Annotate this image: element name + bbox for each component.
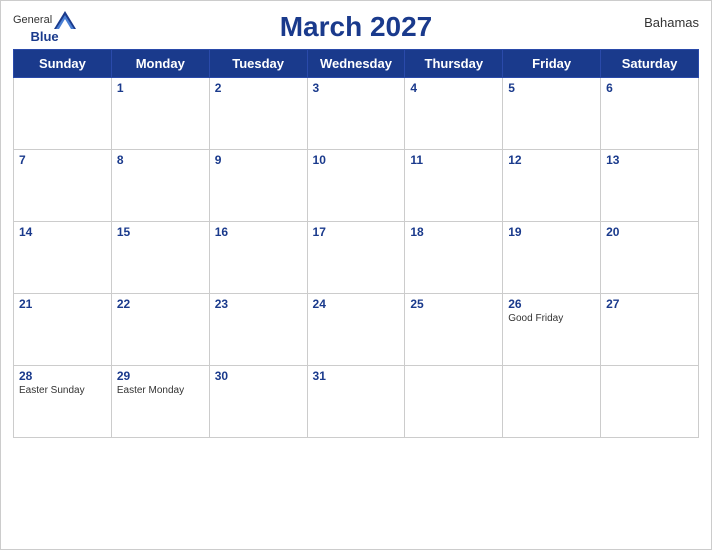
table-row — [601, 366, 699, 438]
day-event: Easter Monday — [117, 385, 204, 396]
table-row: 9 — [209, 150, 307, 222]
table-row: 18 — [405, 222, 503, 294]
table-row: 5 — [503, 78, 601, 150]
table-row: 15 — [111, 222, 209, 294]
weekday-monday: Monday — [111, 50, 209, 78]
table-row: 22 — [111, 294, 209, 366]
table-row: 6 — [601, 78, 699, 150]
day-number: 20 — [606, 225, 693, 239]
day-number: 28 — [19, 369, 106, 383]
day-number: 13 — [606, 153, 693, 167]
day-event: Good Friday — [508, 313, 595, 324]
day-number: 11 — [410, 153, 497, 167]
day-number: 14 — [19, 225, 106, 239]
day-number: 27 — [606, 297, 693, 311]
table-row: 4 — [405, 78, 503, 150]
day-number: 24 — [313, 297, 400, 311]
day-number: 29 — [117, 369, 204, 383]
day-number: 6 — [606, 81, 693, 95]
day-number: 21 — [19, 297, 106, 311]
calendar-header: General Blue March 2027 Bahamas — [13, 11, 699, 43]
day-number: 23 — [215, 297, 302, 311]
table-row: 24 — [307, 294, 405, 366]
logo-icon — [54, 11, 76, 29]
day-number: 4 — [410, 81, 497, 95]
day-number: 25 — [410, 297, 497, 311]
weekday-header-row: Sunday Monday Tuesday Wednesday Thursday… — [14, 50, 699, 78]
country-label: Bahamas — [644, 15, 699, 30]
table-row: 28 Easter Sunday — [14, 366, 112, 438]
day-number: 2 — [215, 81, 302, 95]
table-row: 23 — [209, 294, 307, 366]
day-event: Easter Sunday — [19, 385, 106, 396]
table-row: 16 — [209, 222, 307, 294]
calendar-week-row: 789 10 11 12 13 — [14, 150, 699, 222]
weekday-saturday: Saturday — [601, 50, 699, 78]
day-number: 22 — [117, 297, 204, 311]
table-row: 17 — [307, 222, 405, 294]
day-number: 17 — [313, 225, 400, 239]
calendar-week-row: 123456 — [14, 78, 699, 150]
calendar-week-row: 14 15 16 17 18 19 20 — [14, 222, 699, 294]
table-row: 8 — [111, 150, 209, 222]
table-row: 10 — [307, 150, 405, 222]
table-row: 30 — [209, 366, 307, 438]
table-row: 7 — [14, 150, 112, 222]
day-number: 16 — [215, 225, 302, 239]
day-number: 5 — [508, 81, 595, 95]
table-row — [14, 78, 112, 150]
table-row: 27 — [601, 294, 699, 366]
day-number: 30 — [215, 369, 302, 383]
day-number: 7 — [19, 153, 106, 167]
calendar-grid: Sunday Monday Tuesday Wednesday Thursday… — [13, 49, 699, 438]
weekday-friday: Friday — [503, 50, 601, 78]
table-row: 13 — [601, 150, 699, 222]
calendar-week-row: 21 22 23 24 25 26 Good Friday 27 — [14, 294, 699, 366]
logo-general-text: General — [13, 14, 52, 26]
table-row — [503, 366, 601, 438]
table-row: 31 — [307, 366, 405, 438]
weekday-wednesday: Wednesday — [307, 50, 405, 78]
calendar-title: March 2027 — [280, 11, 433, 43]
day-number: 10 — [313, 153, 400, 167]
table-row: 21 — [14, 294, 112, 366]
weekday-sunday: Sunday — [14, 50, 112, 78]
day-number: 8 — [117, 153, 204, 167]
table-row: 12 — [503, 150, 601, 222]
logo-blue-text: Blue — [30, 29, 58, 44]
weekday-thursday: Thursday — [405, 50, 503, 78]
table-row — [405, 366, 503, 438]
day-number: 26 — [508, 297, 595, 311]
day-number: 19 — [508, 225, 595, 239]
table-row: 11 — [405, 150, 503, 222]
table-row: 2 — [209, 78, 307, 150]
calendar-container: General Blue March 2027 Bahamas Sunday M… — [0, 0, 712, 550]
table-row: 26 Good Friday — [503, 294, 601, 366]
calendar-body: 1234567891011121314151617181920212223242… — [14, 78, 699, 438]
table-row: 25 — [405, 294, 503, 366]
logo-area: General Blue — [13, 11, 76, 44]
day-number: 12 — [508, 153, 595, 167]
table-row: 20 — [601, 222, 699, 294]
weekday-tuesday: Tuesday — [209, 50, 307, 78]
day-number: 18 — [410, 225, 497, 239]
calendar-week-row: 28 Easter Sunday 29 Easter Monday 30 31 — [14, 366, 699, 438]
table-row: 14 — [14, 222, 112, 294]
table-row: 1 — [111, 78, 209, 150]
day-number: 31 — [313, 369, 400, 383]
day-number: 15 — [117, 225, 204, 239]
day-number: 1 — [117, 81, 204, 95]
day-number: 3 — [313, 81, 400, 95]
table-row: 3 — [307, 78, 405, 150]
day-number: 9 — [215, 153, 302, 167]
table-row: 29 Easter Monday — [111, 366, 209, 438]
table-row: 19 — [503, 222, 601, 294]
